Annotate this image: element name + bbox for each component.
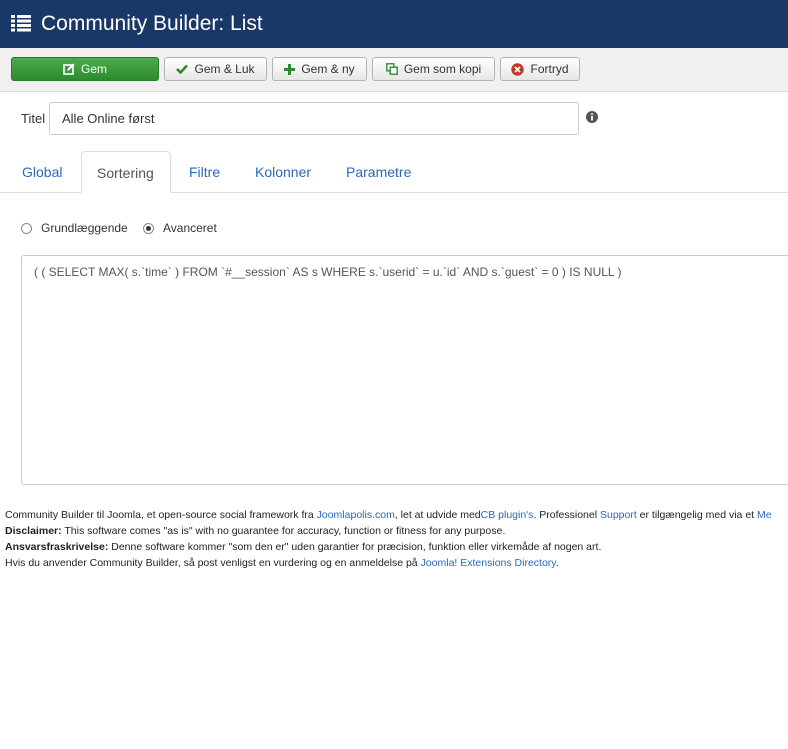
ansvarsfraskrivelse-text: Denne software kommer "som den er" uden … — [108, 541, 602, 553]
basic-radio[interactable] — [21, 223, 32, 234]
save-new-button[interactable]: Gem & ny — [272, 57, 367, 81]
save-new-label: Gem & ny — [301, 62, 355, 76]
title-label: Titel — [21, 111, 46, 126]
cancel-icon — [511, 62, 525, 76]
page-title: Community Builder: List — [41, 12, 263, 35]
save-close-button[interactable]: Gem & Luk — [164, 57, 267, 81]
save-button[interactable]: Gem — [11, 57, 159, 81]
save-close-label: Gem & Luk — [194, 62, 255, 76]
tab-parametre[interactable]: Parametre — [346, 151, 411, 193]
radio-selected-dot — [146, 226, 151, 231]
cb-plugins-link[interactable]: CB plugin's — [481, 509, 534, 521]
disclaimer-heading: Disclaimer: — [5, 525, 62, 537]
footer-text: er tilgængelig med via et — [636, 509, 757, 521]
cancel-button[interactable]: Fortryd — [500, 57, 580, 81]
disclaimer-text: This software comes "as is" with no guar… — [61, 525, 506, 537]
tab-global[interactable]: Global — [22, 151, 62, 193]
tab-kolonner[interactable]: Kolonner — [255, 151, 311, 193]
tab-filtre[interactable]: Filtre — [189, 151, 220, 193]
plus-icon — [284, 63, 296, 75]
toolbar: Gem Gem & Luk Gem & ny Gem som kopi Fort… — [0, 48, 788, 92]
basic-radio-label[interactable]: Grundlæggende — [41, 221, 128, 236]
cancel-label: Fortryd — [530, 62, 569, 76]
footer-text: Community Builder til Joomla, et open-so… — [5, 509, 317, 521]
edit-icon — [63, 63, 75, 75]
save-copy-button[interactable]: Gem som kopi — [372, 57, 495, 81]
footer-line-3: Ansvarsfraskrivelse: Denne software komm… — [5, 539, 772, 555]
save-label: Gem — [80, 62, 107, 76]
footer-text: . — [555, 557, 559, 569]
advanced-radio-label[interactable]: Avanceret — [163, 221, 217, 236]
advanced-radio[interactable] — [143, 223, 154, 234]
save-copy-label: Gem som kopi — [403, 62, 482, 76]
copy-icon — [385, 63, 398, 75]
footer-text: Hvis du anvender Community Builder, så p… — [5, 557, 421, 569]
jed-link[interactable]: Joomla! Extensions Directory — [421, 557, 556, 569]
support-link[interactable]: Support — [600, 509, 637, 521]
footer-text: . Professionel — [533, 509, 600, 521]
footer-line-2: Disclaimer: This software comes "as is" … — [5, 523, 772, 539]
page-header: Community Builder: List — [0, 0, 788, 48]
footer-line-1: Community Builder til Joomla, et open-so… — [5, 507, 772, 523]
check-icon — [176, 64, 189, 74]
advanced-query-textarea[interactable]: ( ( SELECT MAX( s.`time` ) FROM `#__sess… — [21, 255, 788, 485]
tab-sortering[interactable]: Sortering — [81, 151, 171, 193]
list-icon — [11, 15, 31, 32]
info-icon[interactable] — [586, 111, 598, 123]
footer-text: , let at udvide med — [394, 509, 481, 521]
title-input[interactable] — [49, 102, 579, 135]
membership-link[interactable]: Me — [757, 509, 772, 521]
footer: Community Builder til Joomla, et open-so… — [5, 507, 772, 571]
joomlapolis-link[interactable]: Joomlapolis.com — [317, 509, 395, 521]
footer-line-4: Hvis du anvender Community Builder, så p… — [5, 555, 772, 571]
ansvarsfraskrivelse-heading: Ansvarsfraskrivelse: — [5, 541, 109, 553]
